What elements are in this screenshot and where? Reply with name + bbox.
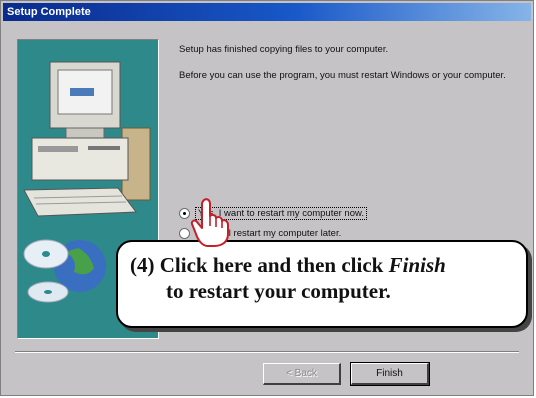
window-title: Setup Complete: [3, 3, 531, 21]
separator-line: [15, 351, 519, 353]
restart-required-message: Before you can use the program, you must…: [179, 70, 506, 81]
instruction-callout: (4) Click here and then click Finish to …: [116, 240, 528, 328]
finish-button[interactable]: Finish: [350, 362, 430, 386]
pointing-hand-icon: [190, 198, 229, 247]
callout-line-2: to restart your computer.: [166, 279, 391, 303]
radio-button-selected[interactable]: [179, 207, 190, 219]
setup-complete-dialog: Setup Complete Setup has finished copyin…: [0, 0, 534, 396]
callout-emphasis: Finish: [388, 253, 446, 277]
callout-line-1: (4) Click here and then click Finish: [130, 253, 446, 277]
back-button[interactable]: < Back: [263, 363, 341, 385]
setup-finished-message: Setup has finished copying files to your…: [179, 44, 389, 55]
radio-button[interactable]: [179, 227, 190, 239]
